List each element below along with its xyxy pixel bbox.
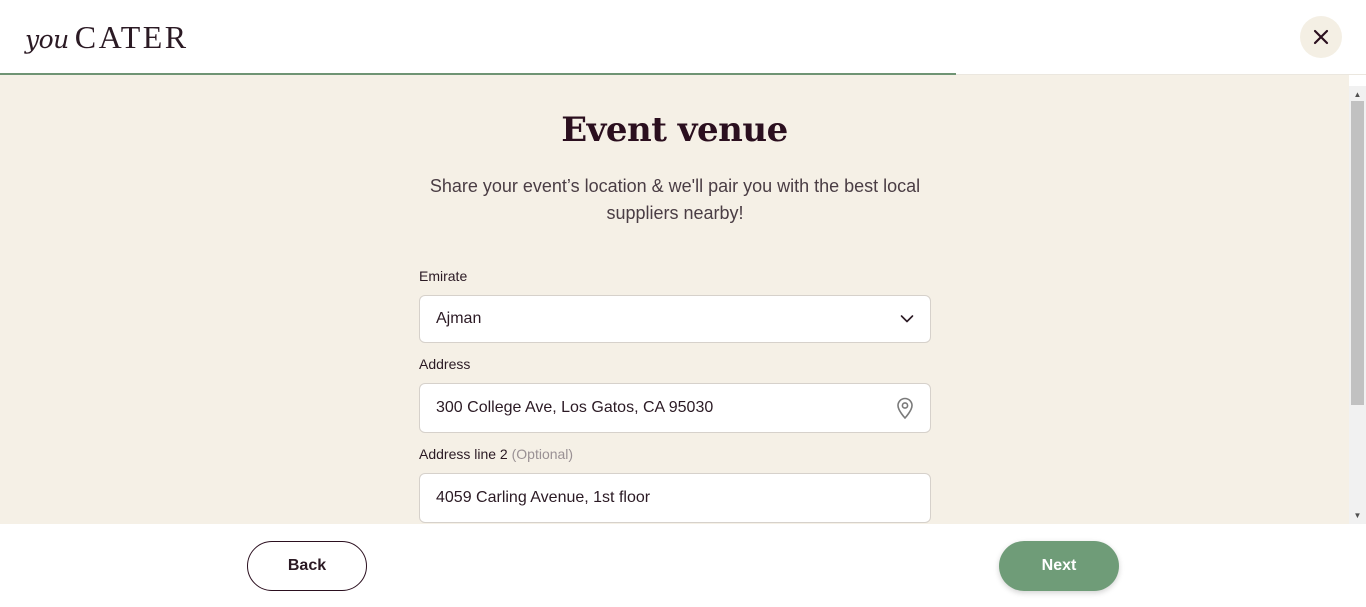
location-pin-icon[interactable] [896,397,914,419]
address-line2-input[interactable] [436,489,914,507]
address-line2-field[interactable] [419,473,931,523]
logo-cater-text: CATER [74,19,189,55]
footer: Back Next [0,524,1366,607]
address-field[interactable] [419,383,931,433]
address-line2-label: Address line 2 (Optional) [419,446,573,462]
address-input[interactable] [436,399,914,417]
scroll-thumb[interactable] [1351,101,1364,405]
emirate-selected-value: Ajman [436,310,482,327]
back-button[interactable]: Back [247,541,367,591]
page-subtitle: Share your event’s location & we'll pair… [429,176,921,223]
main-content: Event venue Share your event’s location … [0,75,1349,524]
emirate-select[interactable]: Ajman [419,295,931,343]
emirate-label: Emirate [419,268,468,284]
address-line2-label-text: Address line 2 [419,446,508,462]
logo-you-text: you [25,25,69,54]
address-label: Address [419,356,471,372]
youcater-logo[interactable]: you CATER [25,19,189,55]
chevron-down-icon [900,315,914,324]
page-title: Event venue [561,110,788,150]
scrollbar[interactable]: ▲ ▼ [1349,86,1366,524]
next-button[interactable]: Next [999,541,1119,591]
close-button[interactable] [1300,16,1342,58]
header: you CATER [0,0,1366,75]
optional-tag: (Optional) [511,446,574,462]
close-icon [1313,29,1329,45]
scroll-down-arrow-icon[interactable]: ▼ [1349,507,1366,524]
